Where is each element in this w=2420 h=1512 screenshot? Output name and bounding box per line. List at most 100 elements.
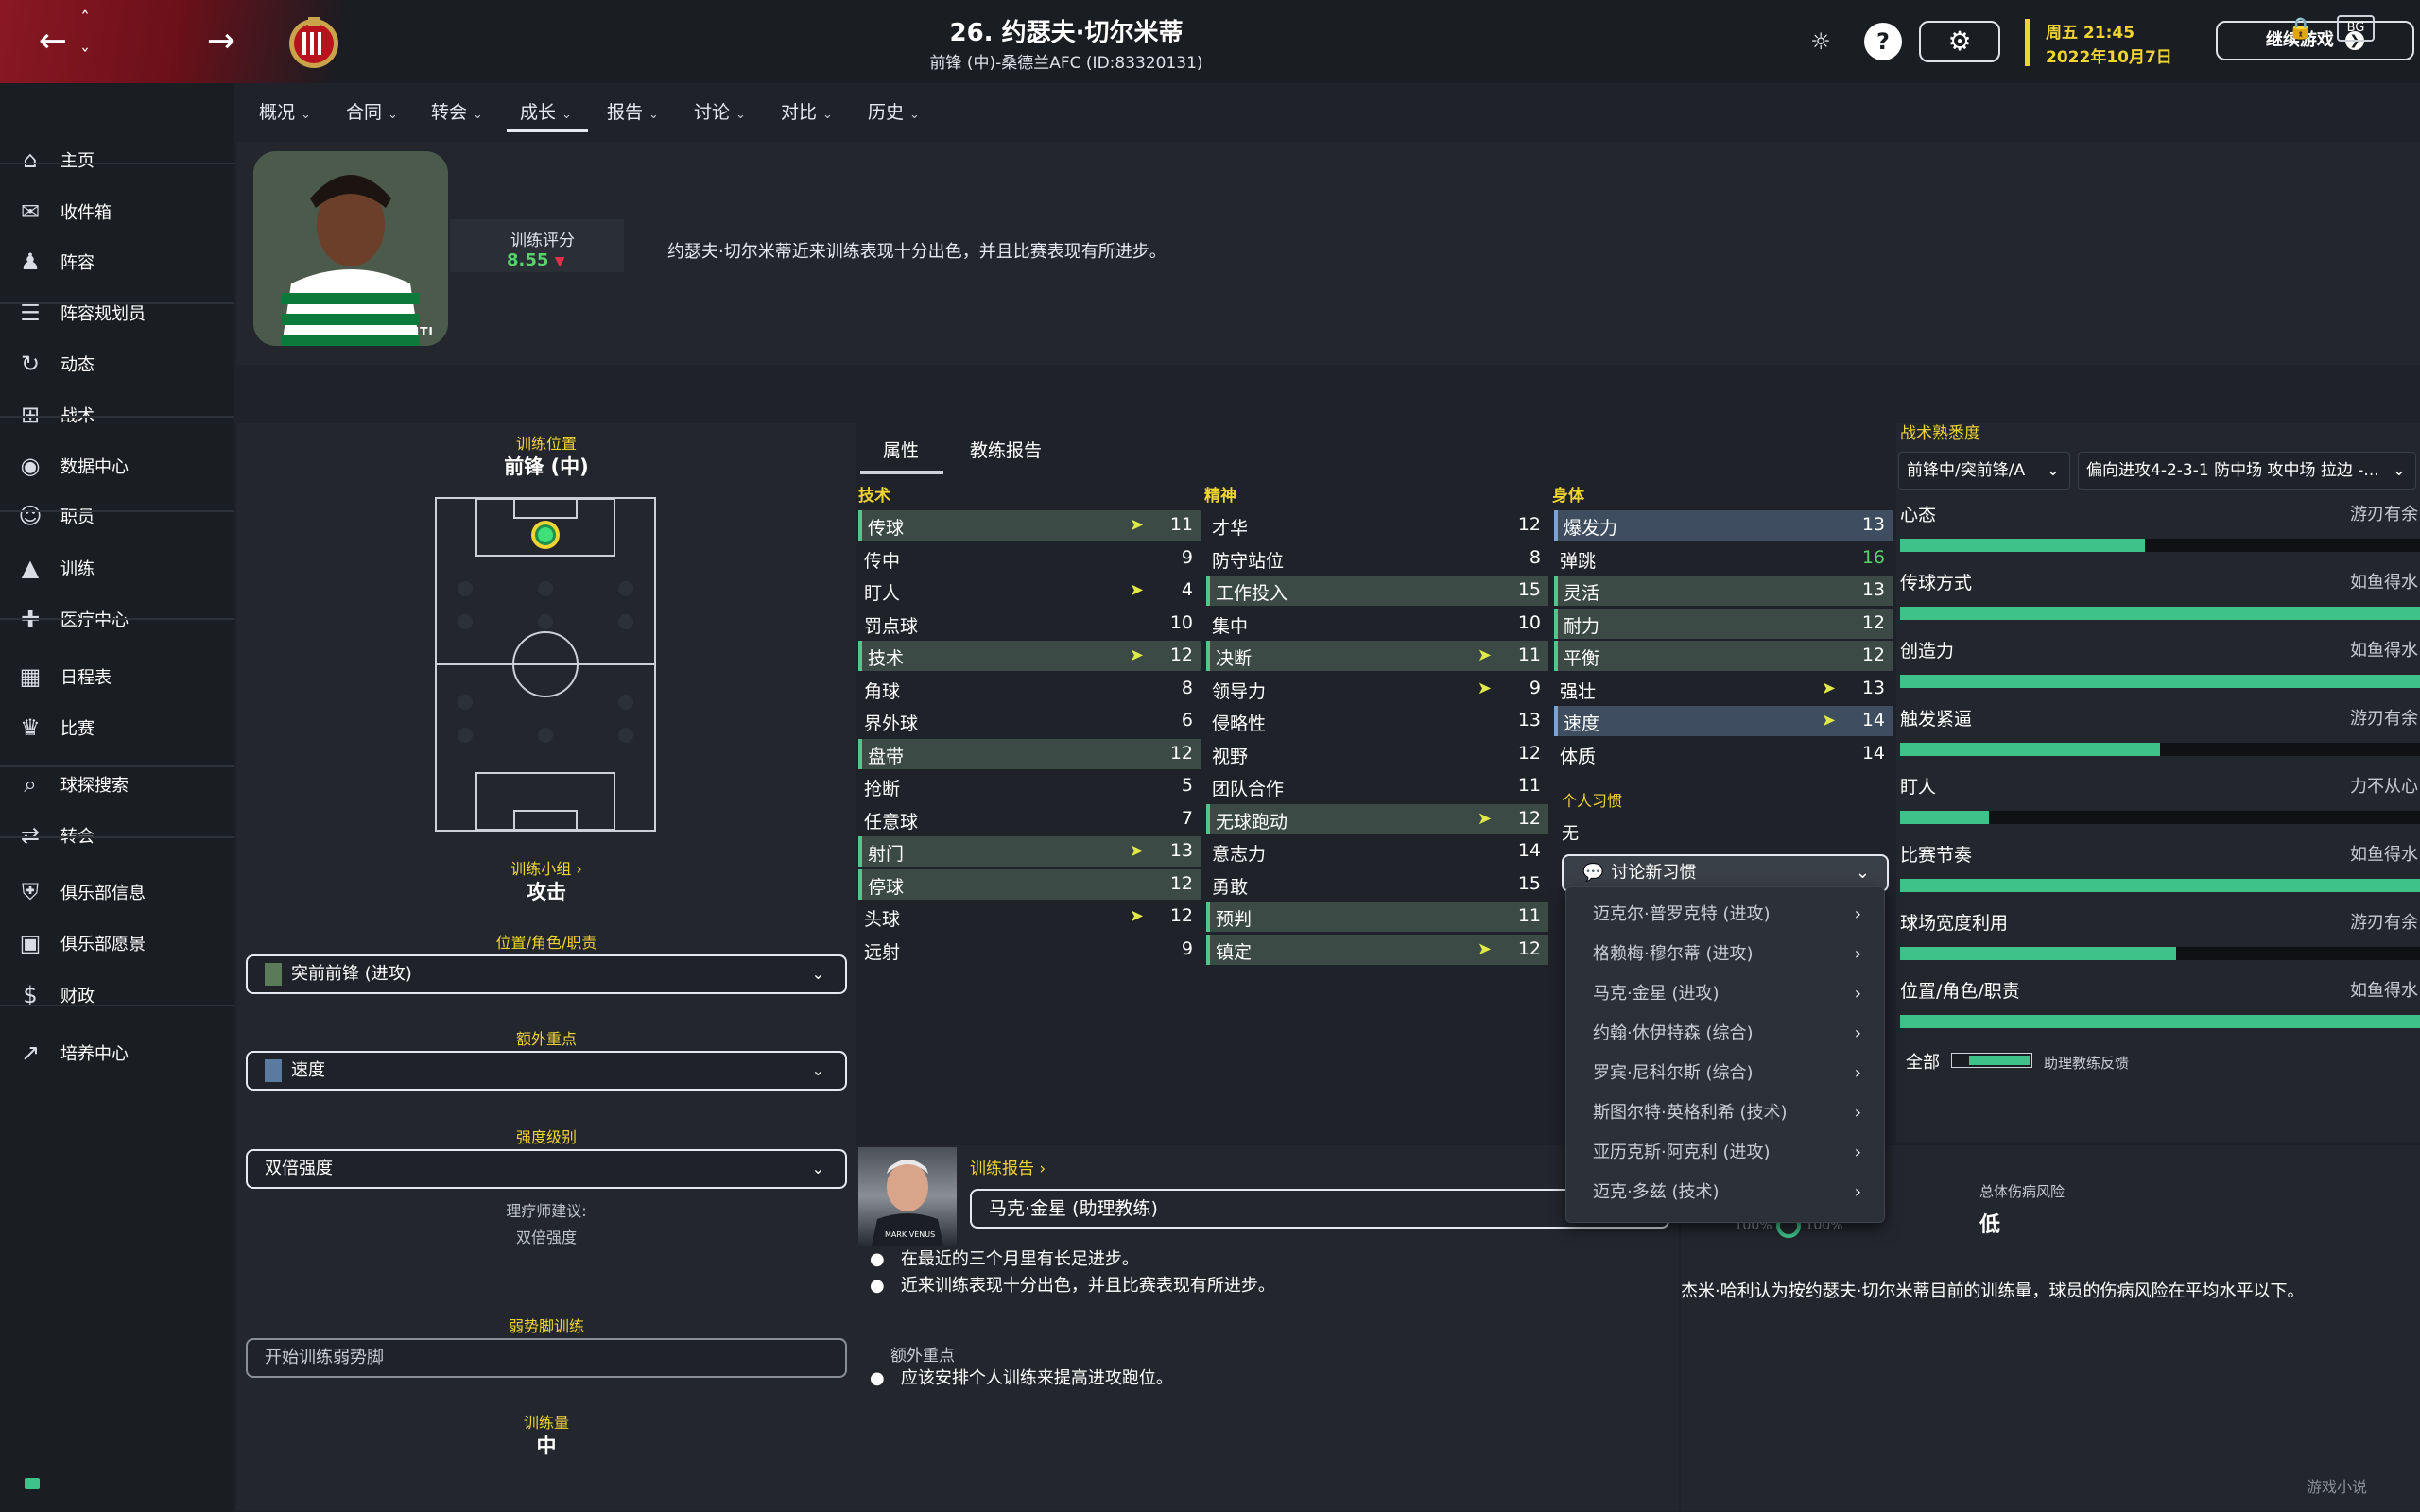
attribute-row[interactable]: 任意球 7	[858, 804, 1201, 834]
social-feed-icon[interactable]: ☼	[1802, 23, 1840, 60]
sidebar-item-12[interactable]: ⌕ 球探搜索	[0, 762, 234, 807]
attribute-row[interactable]: 防守站位 8	[1206, 543, 1548, 574]
habit-coach-item[interactable]: 格赖梅·穆尔蒂 (进攻) ›	[1593, 935, 1876, 974]
sidebar-item-16[interactable]: $ 财政	[0, 972, 234, 1018]
attribute-row[interactable]: 领导力 ➤ 9	[1206, 674, 1548, 704]
extra-focus-dropdown[interactable]: 速度 ⌄	[246, 1051, 847, 1091]
tab-1[interactable]: 合同 ⌄	[346, 98, 398, 124]
attribute-row[interactable]: 团队合作 11	[1206, 771, 1548, 801]
familiarity-status: 如鱼得水	[2350, 981, 2418, 1001]
attribute-row[interactable]: 体质 14	[1554, 739, 1893, 769]
habit-coach-item[interactable]: 亚历克斯·阿克利 (进攻) ›	[1593, 1133, 1876, 1173]
habit-coach-item[interactable]: 斯图尔特·英格利希 (技术) ›	[1593, 1093, 1876, 1133]
background-toggle-icon[interactable]: BG	[2337, 15, 2375, 42]
attribute-row[interactable]: 头球 ➤ 12	[858, 902, 1201, 932]
tab-5[interactable]: 讨论 ⌄	[694, 98, 746, 124]
coach-select[interactable]: 马克·金星 (助理教练)	[970, 1189, 1669, 1228]
tab-4[interactable]: 报告 ⌄	[607, 98, 659, 124]
help-icon[interactable]: ?	[1864, 23, 1902, 60]
footer-badge-icon[interactable]	[25, 1478, 40, 1489]
habit-coach-item[interactable]: 迈克尔·普罗克特 (进攻) ›	[1593, 895, 1876, 935]
sidebar-item-13[interactable]: ⇄ 转会	[0, 813, 234, 858]
attribute-row[interactable]: 集中 10	[1206, 609, 1548, 639]
attribute-row[interactable]: 镇定 ➤ 12	[1206, 934, 1548, 965]
attribute-row[interactable]: 技术 ➤ 12	[858, 641, 1201, 671]
attribute-row[interactable]: 视野 12	[1206, 739, 1548, 769]
attribute-row[interactable]: 射门 ➤ 13	[858, 836, 1201, 867]
attribute-row[interactable]: 速度 ➤ 14	[1554, 706, 1893, 736]
tab-coach-report[interactable]: 教练报告	[970, 437, 1042, 462]
sidebar-item-10[interactable]: ▦ 日程表	[0, 654, 234, 699]
attribute-row[interactable]: 盘带 12	[858, 738, 1201, 769]
attribute-row[interactable]: 角球 8	[858, 674, 1201, 704]
tab-6[interactable]: 对比 ⌄	[781, 98, 833, 124]
pitch-diagram[interactable]	[435, 497, 656, 832]
sidebar-item-5[interactable]: ⊞ 战术	[0, 392, 234, 438]
attribute-row[interactable]: 传中 9	[858, 543, 1201, 574]
attribute-row[interactable]: 界外球 6	[858, 706, 1201, 736]
sidebar-item-0[interactable]: ⌂ 主页	[0, 137, 234, 182]
sidebar-item-11[interactable]: ♛ 比赛	[0, 705, 234, 750]
habit-coach-name: 迈克尔·普罗克特 (进攻)	[1593, 904, 1771, 924]
settings-button[interactable]: ⚙	[1919, 21, 2000, 62]
weak-foot-dropdown[interactable]: 开始训练弱势脚	[246, 1338, 847, 1378]
habit-coach-item[interactable]: 约翰·休伊特森 (综合) ›	[1593, 1014, 1876, 1054]
sidebar-item-2[interactable]: ♟ 阵容	[0, 239, 234, 284]
report-bullet: ● 应该安排个人训练来提高进攻跑位。	[870, 1368, 1173, 1388]
attribute-value: 11	[1517, 905, 1541, 926]
familiarity-status: 游刃有余	[2350, 505, 2418, 524]
attribute-row[interactable]: 灵活 13	[1554, 576, 1893, 606]
attribute-row[interactable]: 勇敢 15	[1206, 869, 1548, 900]
habit-coach-item[interactable]: 罗宾·尼科尔斯 (综合) ›	[1593, 1054, 1876, 1093]
attribute-row[interactable]: 弹跳 16	[1554, 543, 1893, 574]
attribute-row[interactable]: 抢断 5	[858, 771, 1201, 801]
training-group-label[interactable]: 训练小组 ›	[236, 856, 856, 879]
sidebar-item-7[interactable]: ☺ 职员	[0, 493, 234, 539]
attribute-row[interactable]: 才华 12	[1206, 510, 1548, 541]
attribute-row[interactable]: 平衡 12	[1554, 641, 1893, 671]
sidebar-item-15[interactable]: ▣ 俱乐部愿景	[0, 920, 234, 966]
tab-3[interactable]: 成长 ⌄	[520, 98, 572, 124]
attribute-row[interactable]: 无球跑动 ➤ 12	[1206, 803, 1548, 834]
role-dropdown[interactable]: 突前前锋 (进攻) ⌄	[246, 954, 847, 994]
all-toggle-label[interactable]: 全部	[1906, 1049, 1940, 1074]
habit-coach-item[interactable]: 迈克·多兹 (技术) ›	[1593, 1173, 1876, 1212]
sidebar-item-6[interactable]: ◉ 数据中心	[0, 443, 234, 489]
report-bullet-text: 近来训练表现十分出色，并且比赛表现有所进步。	[900, 1276, 1275, 1296]
intensity-dropdown[interactable]: 双倍强度 ⌄	[246, 1149, 847, 1189]
continue-button[interactable]: 继续游戏 ❯	[2216, 21, 2414, 60]
sidebar-item-14[interactable]: ⛨ 俱乐部信息	[0, 869, 234, 915]
intensity-label: 强度级别	[515, 1128, 577, 1146]
sidebar-item-1[interactable]: ✉ 收件箱	[0, 189, 234, 234]
tab-attributes[interactable]: 属性	[883, 437, 919, 462]
familiarity-tactic-select[interactable]: 偏向进攻4-2-3-1 防中场 攻中场 拉边 -... ⌄	[2078, 452, 2416, 490]
tab-7[interactable]: 历史 ⌄	[868, 98, 920, 124]
sidebar-item-17[interactable]: ↗ 培养中心	[0, 1030, 234, 1075]
lock-icon[interactable]: 🔒	[2288, 17, 2313, 41]
tab-2[interactable]: 转会 ⌄	[431, 98, 483, 124]
attribute-row[interactable]: 罚点球 10	[858, 609, 1201, 639]
current-date: 2022年10月7日	[2046, 48, 2172, 67]
attribute-row[interactable]: 耐力 12	[1554, 608, 1893, 639]
attribute-row[interactable]: 爆发力 13	[1554, 510, 1893, 541]
all-toggle[interactable]	[1951, 1053, 2032, 1068]
attribute-row[interactable]: 工作投入 15	[1206, 576, 1548, 606]
attribute-row[interactable]: 侵略性 13	[1206, 706, 1548, 736]
sidebar-item-3[interactable]: ☰ 阵容规划员	[0, 290, 234, 335]
familiarity-position-select[interactable]: 前锋中/突前锋/A ⌄	[1898, 452, 2070, 490]
all-toggle-fill	[1969, 1056, 2030, 1065]
attribute-row[interactable]: 预判 11	[1206, 902, 1548, 932]
report-title[interactable]: 训练报告 ›	[970, 1155, 1046, 1178]
attribute-row[interactable]: 停球 12	[858, 868, 1201, 900]
attribute-row[interactable]: 盯人 ➤ 4	[858, 576, 1201, 606]
sidebar-item-4[interactable]: ↻ 动态	[0, 341, 234, 387]
attribute-row[interactable]: 强壮 ➤ 13	[1554, 674, 1893, 704]
attribute-row[interactable]: 意志力 14	[1206, 836, 1548, 867]
habit-coach-item[interactable]: 马克·金星 (进攻) ›	[1593, 974, 1876, 1014]
attribute-row[interactable]: 传球 ➤ 11	[858, 510, 1201, 541]
attribute-row[interactable]: 决断 ➤ 11	[1206, 641, 1548, 671]
tab-0[interactable]: 概况 ⌄	[259, 98, 311, 124]
sidebar-item-8[interactable]: ▲ 训练	[0, 545, 234, 591]
progress-arrow-icon: ➤	[1129, 580, 1144, 600]
attribute-row[interactable]: 远射 9	[858, 935, 1201, 965]
